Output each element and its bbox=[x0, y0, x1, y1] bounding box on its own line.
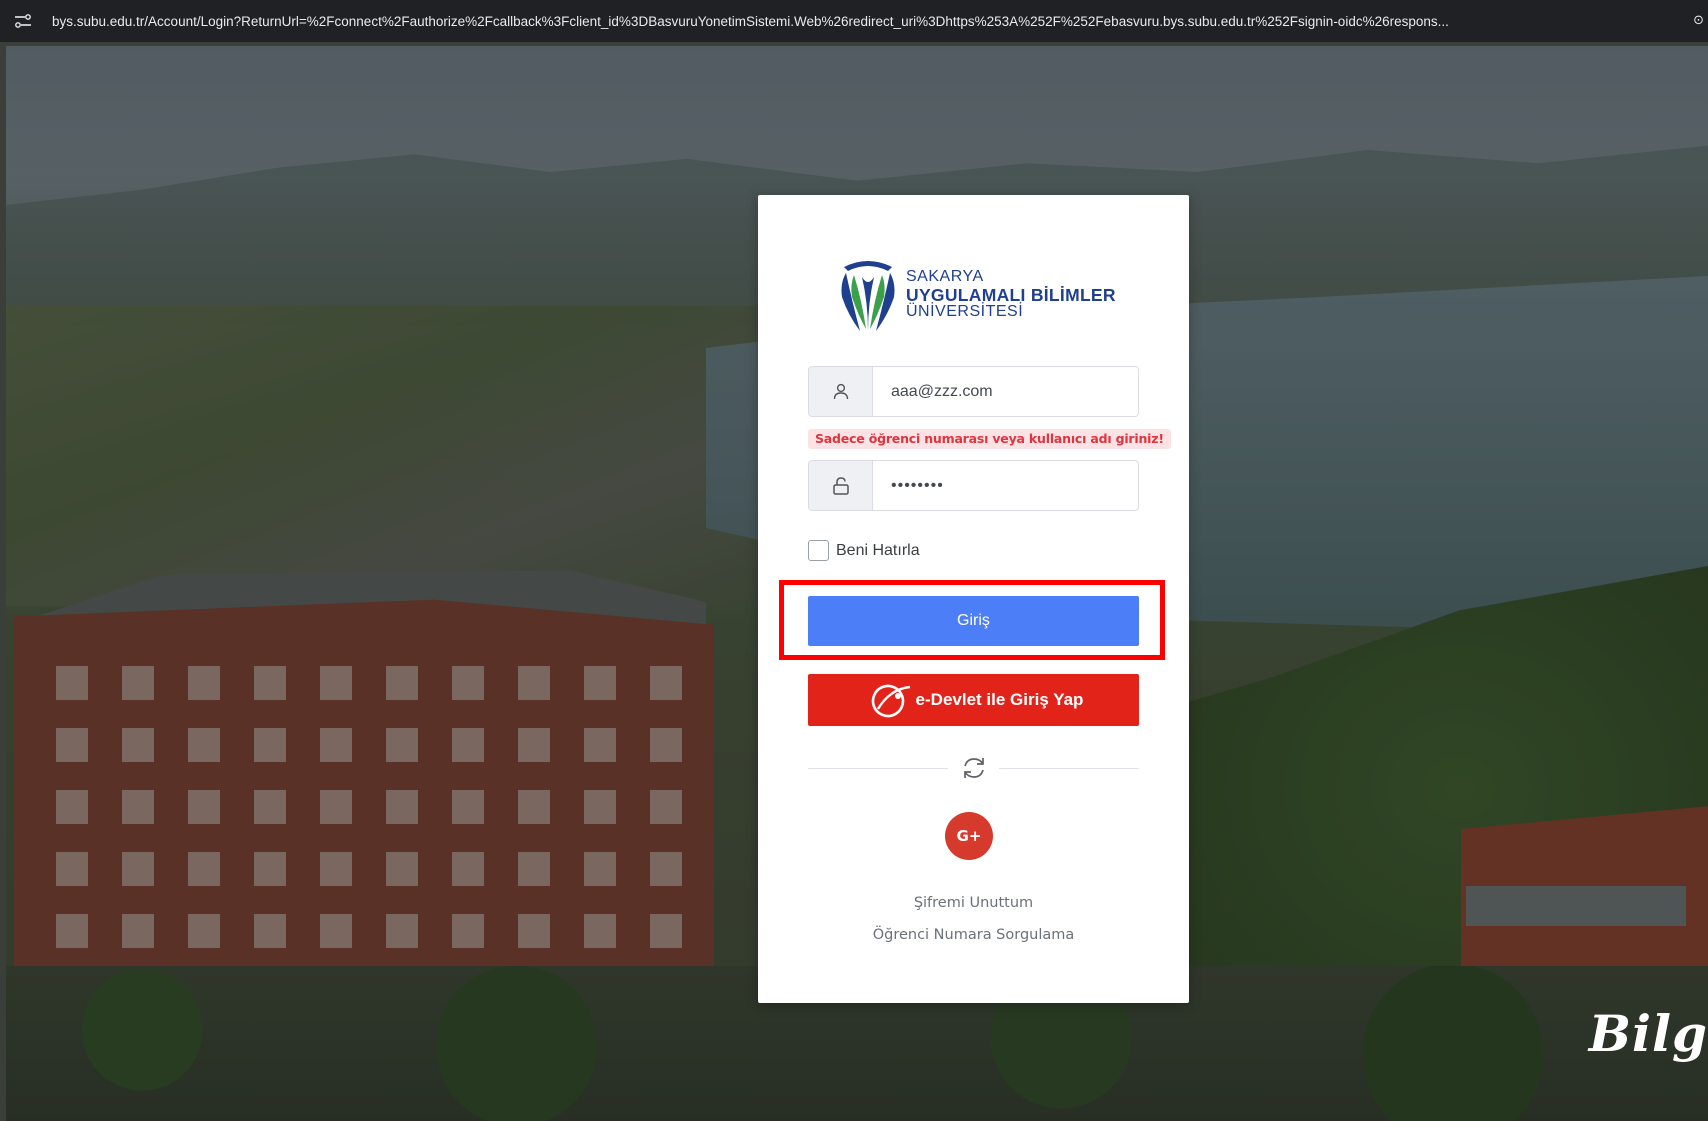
username-input[interactable] bbox=[873, 367, 1138, 416]
logo-line-3: ÜNİVERSİTESİ bbox=[906, 303, 1024, 321]
browser-address-bar[interactable]: bys.subu.edu.tr/Account/Login?ReturnUrl=… bbox=[0, 0, 1708, 42]
page-info-icon[interactable]: ⊙ bbox=[1693, 12, 1704, 28]
remember-me-checkbox[interactable] bbox=[808, 540, 829, 561]
lock-icon bbox=[809, 461, 873, 510]
logo-line-1: SAKARYA bbox=[906, 268, 984, 286]
logo-line-2: UYGULAMALI BİLİMLER bbox=[906, 284, 1116, 305]
google-plus-icon: G+ bbox=[956, 827, 982, 845]
divider bbox=[808, 758, 1139, 778]
background-script-text: Bilg bbox=[1588, 1004, 1708, 1063]
password-input[interactable] bbox=[873, 461, 1138, 510]
remember-me-label[interactable]: Beni Hatırla bbox=[836, 542, 920, 560]
site-settings-icon[interactable] bbox=[12, 11, 34, 31]
url-text[interactable]: bys.subu.edu.tr/Account/Login?ReturnUrl=… bbox=[52, 14, 1449, 29]
student-number-query-link[interactable]: Öğrenci Numara Sorgulama bbox=[758, 927, 1189, 943]
edevlet-button-label: e-Devlet ile Giriş Yap bbox=[915, 690, 1084, 709]
edevlet-logo-icon bbox=[871, 684, 910, 718]
username-error-message: Sadece öğrenci numarası veya kullanıcı a… bbox=[808, 429, 1171, 449]
user-icon bbox=[809, 367, 873, 416]
username-field-group bbox=[808, 366, 1139, 417]
login-button[interactable]: Giriş bbox=[808, 596, 1139, 646]
google-plus-login-button[interactable]: G+ bbox=[945, 812, 993, 860]
university-logo: SAKARYA UYGULAMALI BİLİMLER ÜNİVERSİTESİ bbox=[838, 257, 1116, 333]
forgot-password-link[interactable]: Şifremi Unuttum bbox=[758, 895, 1189, 911]
password-field-group bbox=[808, 460, 1139, 511]
logo-emblem-icon bbox=[841, 261, 895, 331]
refresh-icon[interactable] bbox=[960, 754, 988, 782]
edevlet-login-button[interactable]: e-Devlet ile Giriş Yap bbox=[808, 674, 1139, 726]
login-card: SAKARYA UYGULAMALI BİLİMLER ÜNİVERSİTESİ… bbox=[758, 195, 1189, 1003]
remember-me[interactable]: Beni Hatırla bbox=[808, 540, 920, 561]
